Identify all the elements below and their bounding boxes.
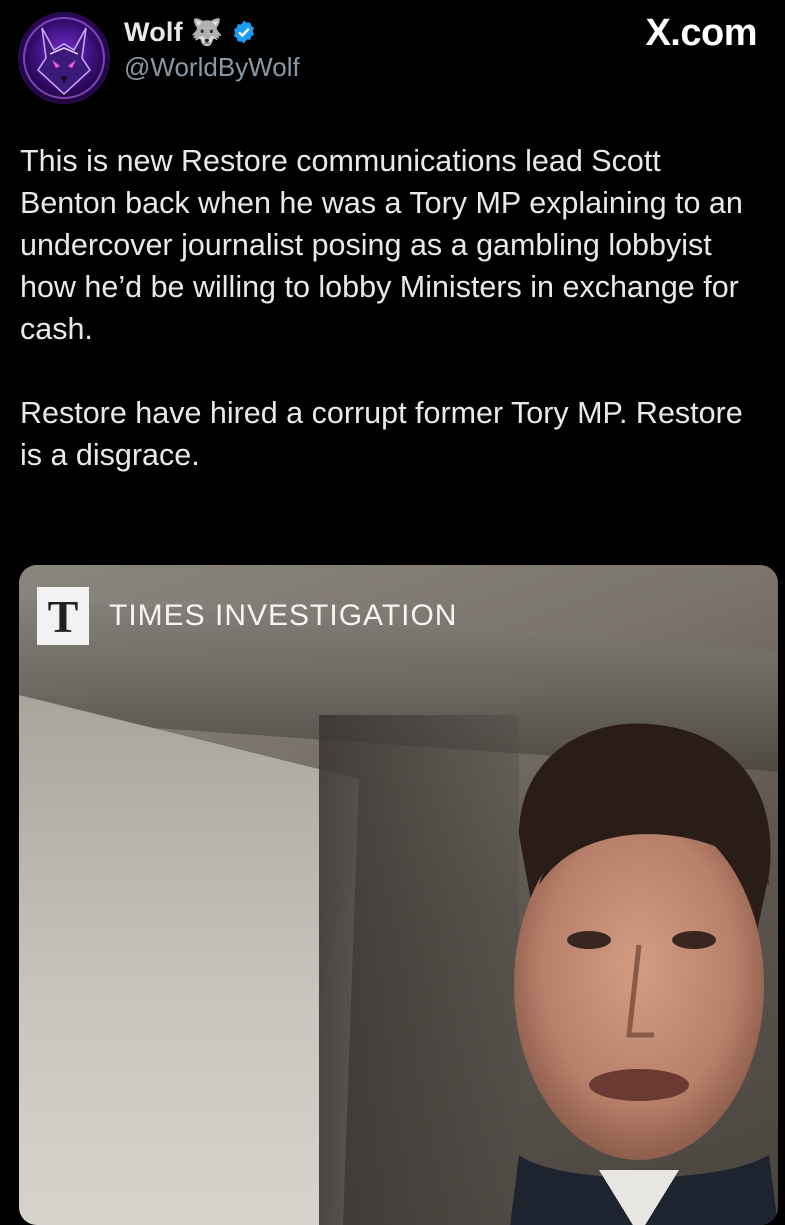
display-name[interactable]: Wolf (124, 17, 183, 48)
author-name-row: Wolf 🐺 (124, 14, 257, 50)
post-paragraph: This is new Restore communications lead … (20, 144, 743, 346)
video-wall (19, 695, 359, 1225)
verified-badge-icon (231, 19, 257, 45)
wolf-emoji-icon: 🐺 (190, 17, 224, 47)
post-header: Wolf 🐺 @WorldByWolf X.com (0, 0, 785, 102)
post-paragraph: Restore have hired a corrupt former Tory… (20, 396, 743, 472)
times-investigation-watermark: T TIMES INVESTIGATION (37, 587, 457, 645)
post-video[interactable]: T TIMES INVESTIGATION (19, 565, 778, 1225)
author-handle[interactable]: @WorldByWolf (124, 52, 300, 83)
avatar[interactable] (20, 14, 108, 102)
wolf-avatar-icon (23, 17, 105, 99)
post-text: This is new Restore communications lead … (20, 140, 765, 476)
times-logo-icon: T (37, 587, 89, 645)
person-image (510, 723, 778, 1225)
site-logo: X.com (645, 12, 757, 54)
watermark-text: TIMES INVESTIGATION (109, 599, 458, 632)
